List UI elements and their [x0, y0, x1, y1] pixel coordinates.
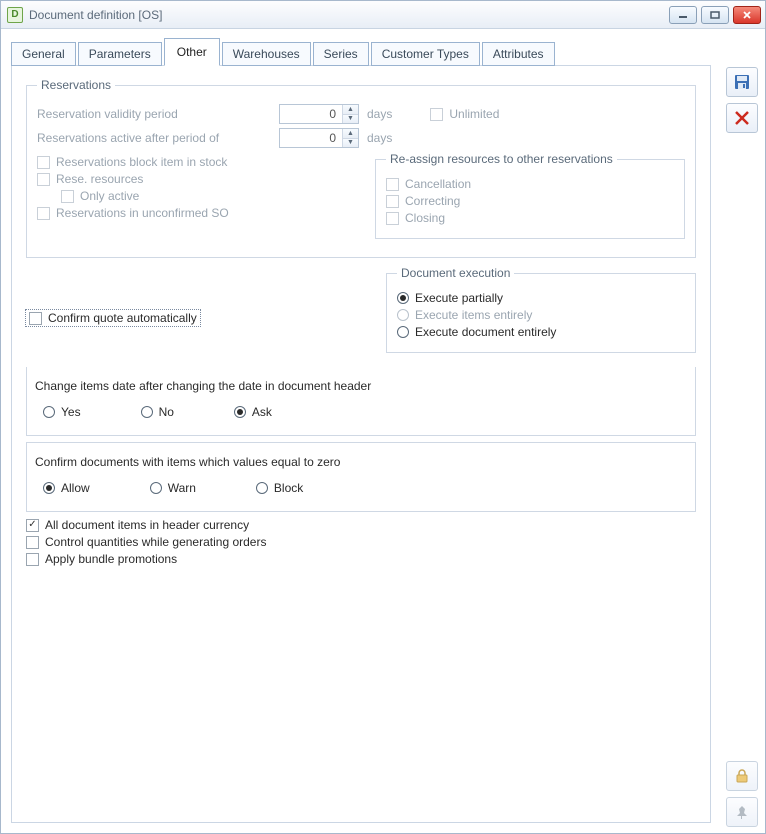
change-date-yes-radio[interactable]: Yes — [43, 405, 81, 419]
close-button[interactable] — [733, 6, 761, 24]
change-date-no-radio[interactable]: No — [141, 405, 174, 419]
active-after-unit: days — [367, 131, 392, 145]
confirm-quote-checkbox[interactable]: Confirm quote automatically — [26, 310, 200, 326]
reassign-legend: Re-assign resources to other reservation… — [386, 152, 617, 166]
tab-other[interactable]: Other — [164, 38, 220, 66]
exec-items-radio[interactable]: Execute items entirely — [397, 308, 532, 322]
confirm-zero-warn-radio[interactable]: Warn — [150, 481, 196, 495]
tab-bar: General Parameters Other Warehouses Seri… — [3, 31, 719, 65]
confirm-zero-label: Confirm documents with items which value… — [35, 455, 687, 469]
title-bar: D Document definition [OS] — [1, 1, 765, 29]
exec-partial-radio[interactable]: Execute partially — [397, 291, 503, 305]
reassign-group: Re-assign resources to other reservation… — [375, 152, 685, 239]
lock-icon — [734, 768, 750, 784]
confirm-zero-block-radio[interactable]: Block — [256, 481, 303, 495]
reassign-cancellation-checkbox[interactable]: Cancellation — [386, 177, 471, 191]
pin-button[interactable] — [726, 797, 758, 827]
reassign-closing-checkbox[interactable]: Closing — [386, 211, 445, 225]
unconfirmed-so-checkbox[interactable]: Reservations in unconfirmed SO — [37, 206, 229, 220]
active-after-spinner[interactable]: ▲ ▼ — [279, 128, 359, 148]
validity-input[interactable] — [280, 105, 342, 123]
rese-resources-checkbox[interactable]: Rese. resources — [37, 172, 143, 186]
change-date-group: Change items date after changing the dat… — [26, 367, 696, 436]
app-icon: D — [7, 7, 23, 23]
active-after-input[interactable] — [280, 129, 342, 147]
close-icon — [734, 110, 750, 126]
doc-exec-group: Document execution Execute partially Exe… — [386, 266, 696, 353]
side-toolbar — [719, 29, 765, 833]
tab-series[interactable]: Series — [313, 42, 369, 66]
save-button[interactable] — [726, 67, 758, 97]
change-date-label: Change items date after changing the dat… — [35, 379, 687, 393]
confirm-zero-group: Confirm documents with items which value… — [26, 442, 696, 512]
exec-document-radio[interactable]: Execute document entirely — [397, 325, 556, 339]
maximize-button[interactable] — [701, 6, 729, 24]
floppy-icon — [733, 73, 751, 91]
validity-unit: days — [367, 107, 392, 121]
change-date-ask-radio[interactable]: Ask — [234, 405, 272, 419]
apply-bundle-checkbox[interactable]: Apply bundle promotions — [26, 552, 696, 566]
validity-down[interactable]: ▼ — [343, 115, 358, 124]
validity-label: Reservation validity period — [37, 107, 271, 121]
reassign-correcting-checkbox[interactable]: Correcting — [386, 194, 460, 208]
active-after-up[interactable]: ▲ — [343, 129, 358, 139]
tab-parameters[interactable]: Parameters — [78, 42, 162, 66]
tab-general[interactable]: General — [11, 42, 76, 66]
all-items-currency-checkbox[interactable]: All document items in header currency — [26, 518, 696, 532]
only-active-checkbox[interactable]: Only active — [61, 189, 139, 203]
window-title: Document definition [OS] — [29, 8, 669, 22]
unlimited-checkbox[interactable]: Unlimited — [430, 107, 499, 121]
tab-attributes[interactable]: Attributes — [482, 42, 555, 66]
tab-panel-other: Reservations Reservation validity period… — [11, 65, 711, 823]
tab-warehouses[interactable]: Warehouses — [222, 42, 311, 66]
reservations-legend: Reservations — [37, 78, 115, 92]
active-after-down[interactable]: ▼ — [343, 139, 358, 148]
reservations-group: Reservations Reservation validity period… — [26, 78, 696, 258]
pin-icon — [734, 804, 750, 820]
validity-up[interactable]: ▲ — [343, 105, 358, 115]
active-after-label: Reservations active after period of — [37, 131, 271, 145]
confirm-zero-allow-radio[interactable]: Allow — [43, 481, 90, 495]
lock-button[interactable] — [726, 761, 758, 791]
validity-spinner[interactable]: ▲ ▼ — [279, 104, 359, 124]
control-quantities-checkbox[interactable]: Control quantities while generating orde… — [26, 535, 696, 549]
cancel-button[interactable] — [726, 103, 758, 133]
block-stock-checkbox[interactable]: Reservations block item in stock — [37, 155, 227, 169]
tab-customer-types[interactable]: Customer Types — [371, 42, 480, 66]
doc-exec-legend: Document execution — [397, 266, 514, 280]
minimize-button[interactable] — [669, 6, 697, 24]
